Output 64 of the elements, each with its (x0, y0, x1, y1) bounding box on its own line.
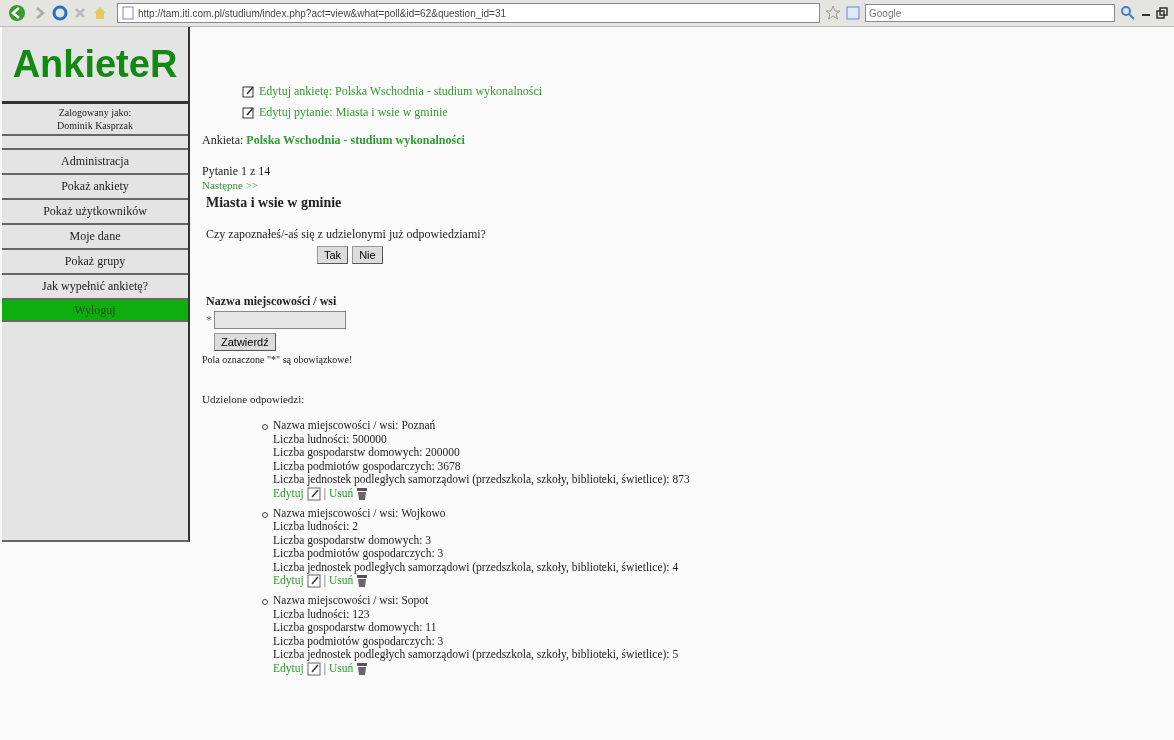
trash-icon[interactable] (356, 486, 369, 501)
answer-line: Liczba podmiotów gospodarczych: 3678 (273, 459, 462, 473)
back-icon[interactable] (6, 4, 28, 22)
answer-line: Liczba ludności: 2 (273, 520, 359, 534)
answer-line: Liczba jednostek podległych samorządowi (przedszkola, szkoły, biblioteki, świetlice): 873 (273, 473, 690, 487)
sidebar-item[interactable]: Wyloguj (2, 300, 188, 322)
survey-name-link[interactable]: Polska Wschodnia - studium wykonalności (246, 133, 465, 148)
answers-heading: Udzielone odpowiedzi: (202, 393, 306, 405)
edit-icon[interactable] (306, 486, 321, 501)
text-field[interactable] (214, 311, 346, 329)
edit-link[interactable]: Edytuj (273, 661, 304, 676)
answer-line: Liczba gospodarstw domowych: 3 (273, 533, 433, 547)
sidebar-item[interactable]: Pokaż użytkowników (2, 200, 188, 225)
search-icon[interactable] (1120, 5, 1136, 21)
prompt-text: Czy zapoznałeś/-aś się z udzielonymi już odpowiedziami? (206, 227, 487, 242)
edit-icon[interactable] (306, 574, 321, 588)
answer-line: Liczba podmiotów gospodarczych: 3 (273, 634, 445, 648)
next-link[interactable]: Następne >> (202, 179, 1174, 191)
question-counter: Pytanie 1 z 14 (202, 164, 272, 179)
edit-icon[interactable] (306, 661, 321, 676)
separator: | (323, 486, 326, 501)
edit-icon[interactable] (242, 85, 255, 98)
search-field[interactable]: Google (865, 4, 1115, 22)
answer-button[interactable]: Tak (317, 246, 349, 264)
trash-icon[interactable] (356, 661, 369, 676)
edit-link[interactable]: Edytuj (273, 574, 304, 588)
delete-link[interactable]: Usuń (329, 574, 354, 588)
page-icon (122, 6, 134, 20)
restore-icon[interactable] (1156, 7, 1168, 19)
answer-line: Nazwa miejscowości / wsi: Sopot (273, 594, 430, 608)
submit-button[interactable]: Zatwierdź (214, 333, 276, 351)
star-icon[interactable] (825, 5, 841, 21)
user-name: Dominik Kasprzak (57, 119, 133, 132)
answer-line: Liczba gospodarstw domowych: 200000 (273, 446, 461, 460)
sidebar-item[interactable]: Moje dane (2, 225, 188, 250)
separator: | (323, 661, 326, 676)
answer-line: Liczba gospodarstw domowych: 11 (273, 621, 438, 635)
answer-line: Liczba jednostek podległych samorządowi (przedszkola, szkoły, biblioteki, świetlice): 4 (273, 560, 679, 574)
answer-line: Liczba podmiotów gospodarczych: 3 (273, 547, 445, 561)
answer-line: Liczba ludności: 500000 (273, 432, 388, 446)
separator: | (323, 574, 326, 588)
delete-link[interactable]: Usuń (329, 486, 354, 501)
question-title: Miasta i wsie w gminie (206, 195, 343, 211)
required-note: Pola oznaczone "*" są obowiązkowe! (202, 354, 354, 365)
answer-button[interactable]: Nie (352, 246, 383, 264)
address-field[interactable]: http://tam.iti.com.pl/studium/index.php?act=view&what=poll&id=62&question_id=31 (117, 3, 820, 23)
answer-line: Nazwa miejscowości / wsi: Wojkowo (273, 506, 447, 520)
answer-line: Liczba ludności: 123 (273, 607, 371, 621)
logged-in-label: Zalogowany jako: (58, 106, 132, 119)
edit-icon[interactable] (242, 106, 255, 119)
sidebar-item[interactable]: Pokaż ankiety (2, 175, 188, 200)
sidebar-item[interactable]: Pokaż grupy (2, 250, 188, 275)
edit-link[interactable]: Edytuj (273, 486, 304, 501)
required-mark: * (206, 312, 212, 328)
trash-icon[interactable] (356, 574, 369, 588)
answer-line: Liczba jednostek podległych samorządowi (przedszkola, szkoły, biblioteki, świetlice): 5 (273, 648, 679, 662)
survey-label: Ankieta: (202, 133, 244, 148)
edit-link[interactable]: Edytuj pytanie: Miasta i wsie w gminie (259, 105, 448, 120)
field-label: Nazwa miejscowości / wsi (206, 294, 338, 309)
edit-link[interactable]: Edytuj ankietę: Polska Wschodnia - studium wykonalności (259, 84, 543, 99)
answer-line: Nazwa miejscowości / wsi: Poznań (273, 419, 437, 433)
sidebar-item[interactable]: Administracja (2, 150, 188, 175)
logo: AnkieteR (12, 42, 178, 86)
delete-link[interactable]: Usuń (329, 661, 354, 676)
